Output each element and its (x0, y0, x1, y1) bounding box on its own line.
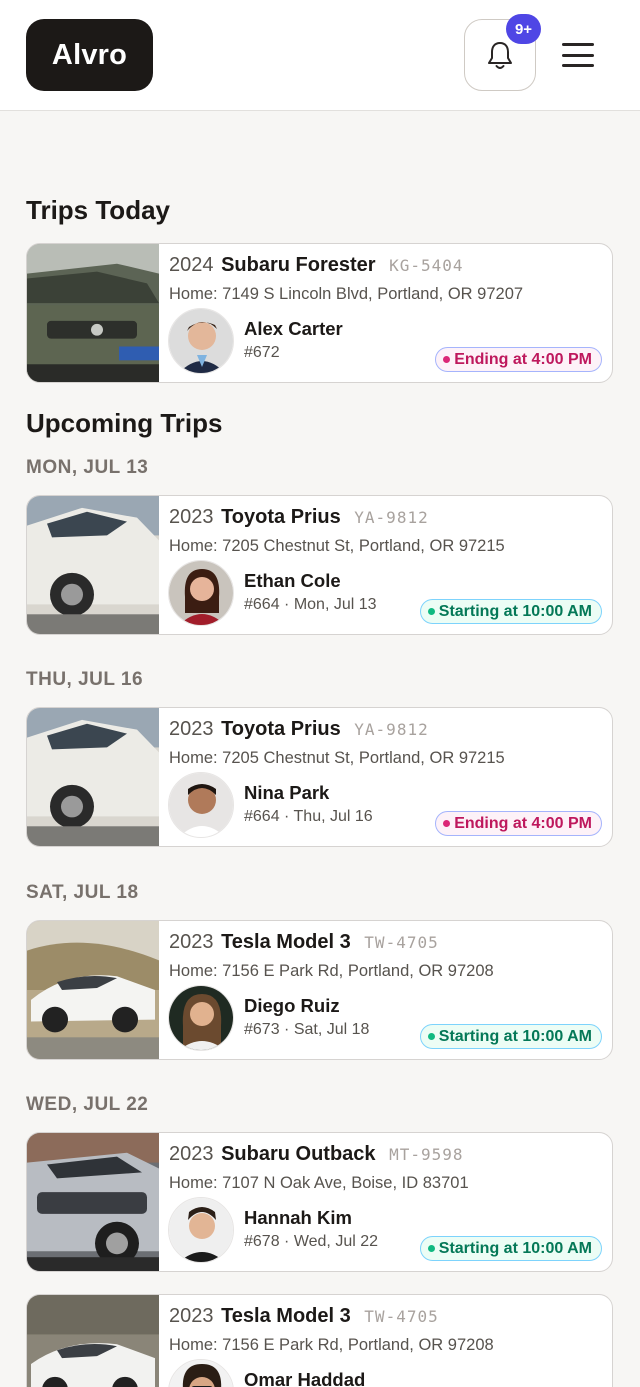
car-model: Toyota Prius (221, 506, 341, 528)
car-model: Tesla Model 3 (221, 931, 351, 953)
car-year: 2023 (169, 718, 214, 740)
license-plate: YA-9812 (354, 720, 429, 739)
renter-name: Nina Park (244, 782, 330, 803)
status-dot-icon (443, 356, 451, 363)
renter-name: Ethan Cole (244, 570, 341, 591)
avatar (168, 985, 234, 1051)
car-year: 2023 (169, 1305, 214, 1327)
notification-count-badge: 9+ (506, 14, 541, 44)
date-label: THU, JUL 16 (26, 669, 144, 690)
car-year: 2023 (169, 1143, 214, 1165)
trip-card[interactable]: 2023 Toyota Prius YA-9812 Home: 7205 Che… (26, 707, 613, 847)
renter-name: Hannah Kim (244, 1207, 352, 1228)
car-model: Subaru Forester (221, 254, 376, 276)
trip-meta: #673 · Sat, Jul 18 (244, 1021, 370, 1038)
car-photo (27, 244, 159, 382)
license-plate: TW-4705 (364, 1307, 439, 1326)
car-year: 2023 (169, 931, 214, 953)
car-model: Subaru Outback (221, 1143, 376, 1165)
status-badge: Starting at 10:00 AM (419, 599, 602, 624)
date-label: SAT, JUL 18 (26, 882, 139, 903)
car-photo (27, 921, 159, 1059)
license-plate: YA-9812 (354, 508, 429, 527)
trip-meta: #664 · Thu, Jul 16 (244, 808, 373, 825)
car-photo (27, 1295, 159, 1387)
date-label: MON, JUL 13 (26, 457, 149, 478)
trip-meta: #678 · Wed, Jul 22 (244, 1233, 379, 1250)
home-address: Home: 7156 E Park Rd, Portland, OR 97208 (169, 962, 494, 980)
renter-name: Omar Haddad (244, 1369, 366, 1387)
car-photo (27, 1133, 159, 1271)
bell-icon (488, 42, 512, 69)
status-dot-icon (427, 1033, 435, 1040)
trip-card[interactable]: 2023 Subaru Outback MT-9598 Home: 7107 N… (26, 1132, 613, 1272)
renter-name: Alex Carter (244, 318, 343, 339)
car-model: Tesla Model 3 (221, 1305, 351, 1327)
home-address: Home: 7156 E Park Rd, Portland, OR 97208 (169, 1336, 494, 1354)
car-year: 2024 (169, 254, 214, 276)
section-title-upcoming-trips: Upcoming Trips (26, 408, 223, 438)
home-address: Home: 7205 Chestnut St, Portland, OR 972… (169, 537, 505, 555)
home-address: Home: 7107 N Oak Ave, Boise, ID 83701 (169, 1174, 469, 1192)
car-photo (27, 708, 159, 846)
trip-card-today[interactable]: 2024 Subaru Forester KG-5404 Home: 7149 … (26, 243, 613, 383)
status-badge: Starting at 10:00 AM (419, 1236, 602, 1261)
car-photo (27, 496, 159, 634)
avatar (168, 772, 234, 838)
trip-card[interactable]: 2023 Toyota Prius YA-9812 Home: 7205 Che… (26, 495, 613, 635)
status-dot-icon (427, 1245, 435, 1252)
top-bar: Alvro 9+ (0, 0, 640, 111)
avatar (168, 1359, 234, 1387)
license-plate: KG-5404 (389, 256, 464, 275)
brand-logo[interactable]: Alvro (26, 19, 153, 91)
avatar (168, 560, 234, 626)
home-address: Home: 7149 S Lincoln Blvd, Portland, OR … (169, 285, 524, 303)
car-model: Toyota Prius (221, 718, 341, 740)
status-dot-icon (443, 820, 451, 827)
trip-meta: #672 (244, 344, 280, 361)
trip-card[interactable]: 2023 Tesla Model 3 TW-4705 Home: 7156 E … (26, 920, 613, 1060)
license-plate: TW-4705 (364, 933, 439, 952)
section-title-trips-today: Trips Today (26, 195, 170, 225)
trip-meta: #664 · Mon, Jul 13 (244, 596, 377, 613)
avatar (168, 308, 234, 374)
status-dot-icon (427, 608, 435, 615)
license-plate: MT-9598 (389, 1145, 464, 1164)
status-badge: Ending at 4:00 PM (435, 811, 602, 836)
hamburger-menu-button[interactable] (560, 40, 596, 70)
renter-name: Diego Ruiz (244, 995, 340, 1016)
trip-card[interactable]: 2023 Tesla Model 3 TW-4705 Home: 7156 E … (26, 1294, 613, 1387)
status-badge: Starting at 10:00 AM (419, 1024, 602, 1049)
menu-icon (562, 43, 594, 46)
home-address: Home: 7205 Chestnut St, Portland, OR 972… (169, 749, 505, 767)
date-label: WED, JUL 22 (26, 1094, 149, 1115)
avatar (168, 1197, 234, 1263)
status-badge: Ending at 4:00 PM (435, 347, 602, 372)
car-year: 2023 (169, 506, 214, 528)
